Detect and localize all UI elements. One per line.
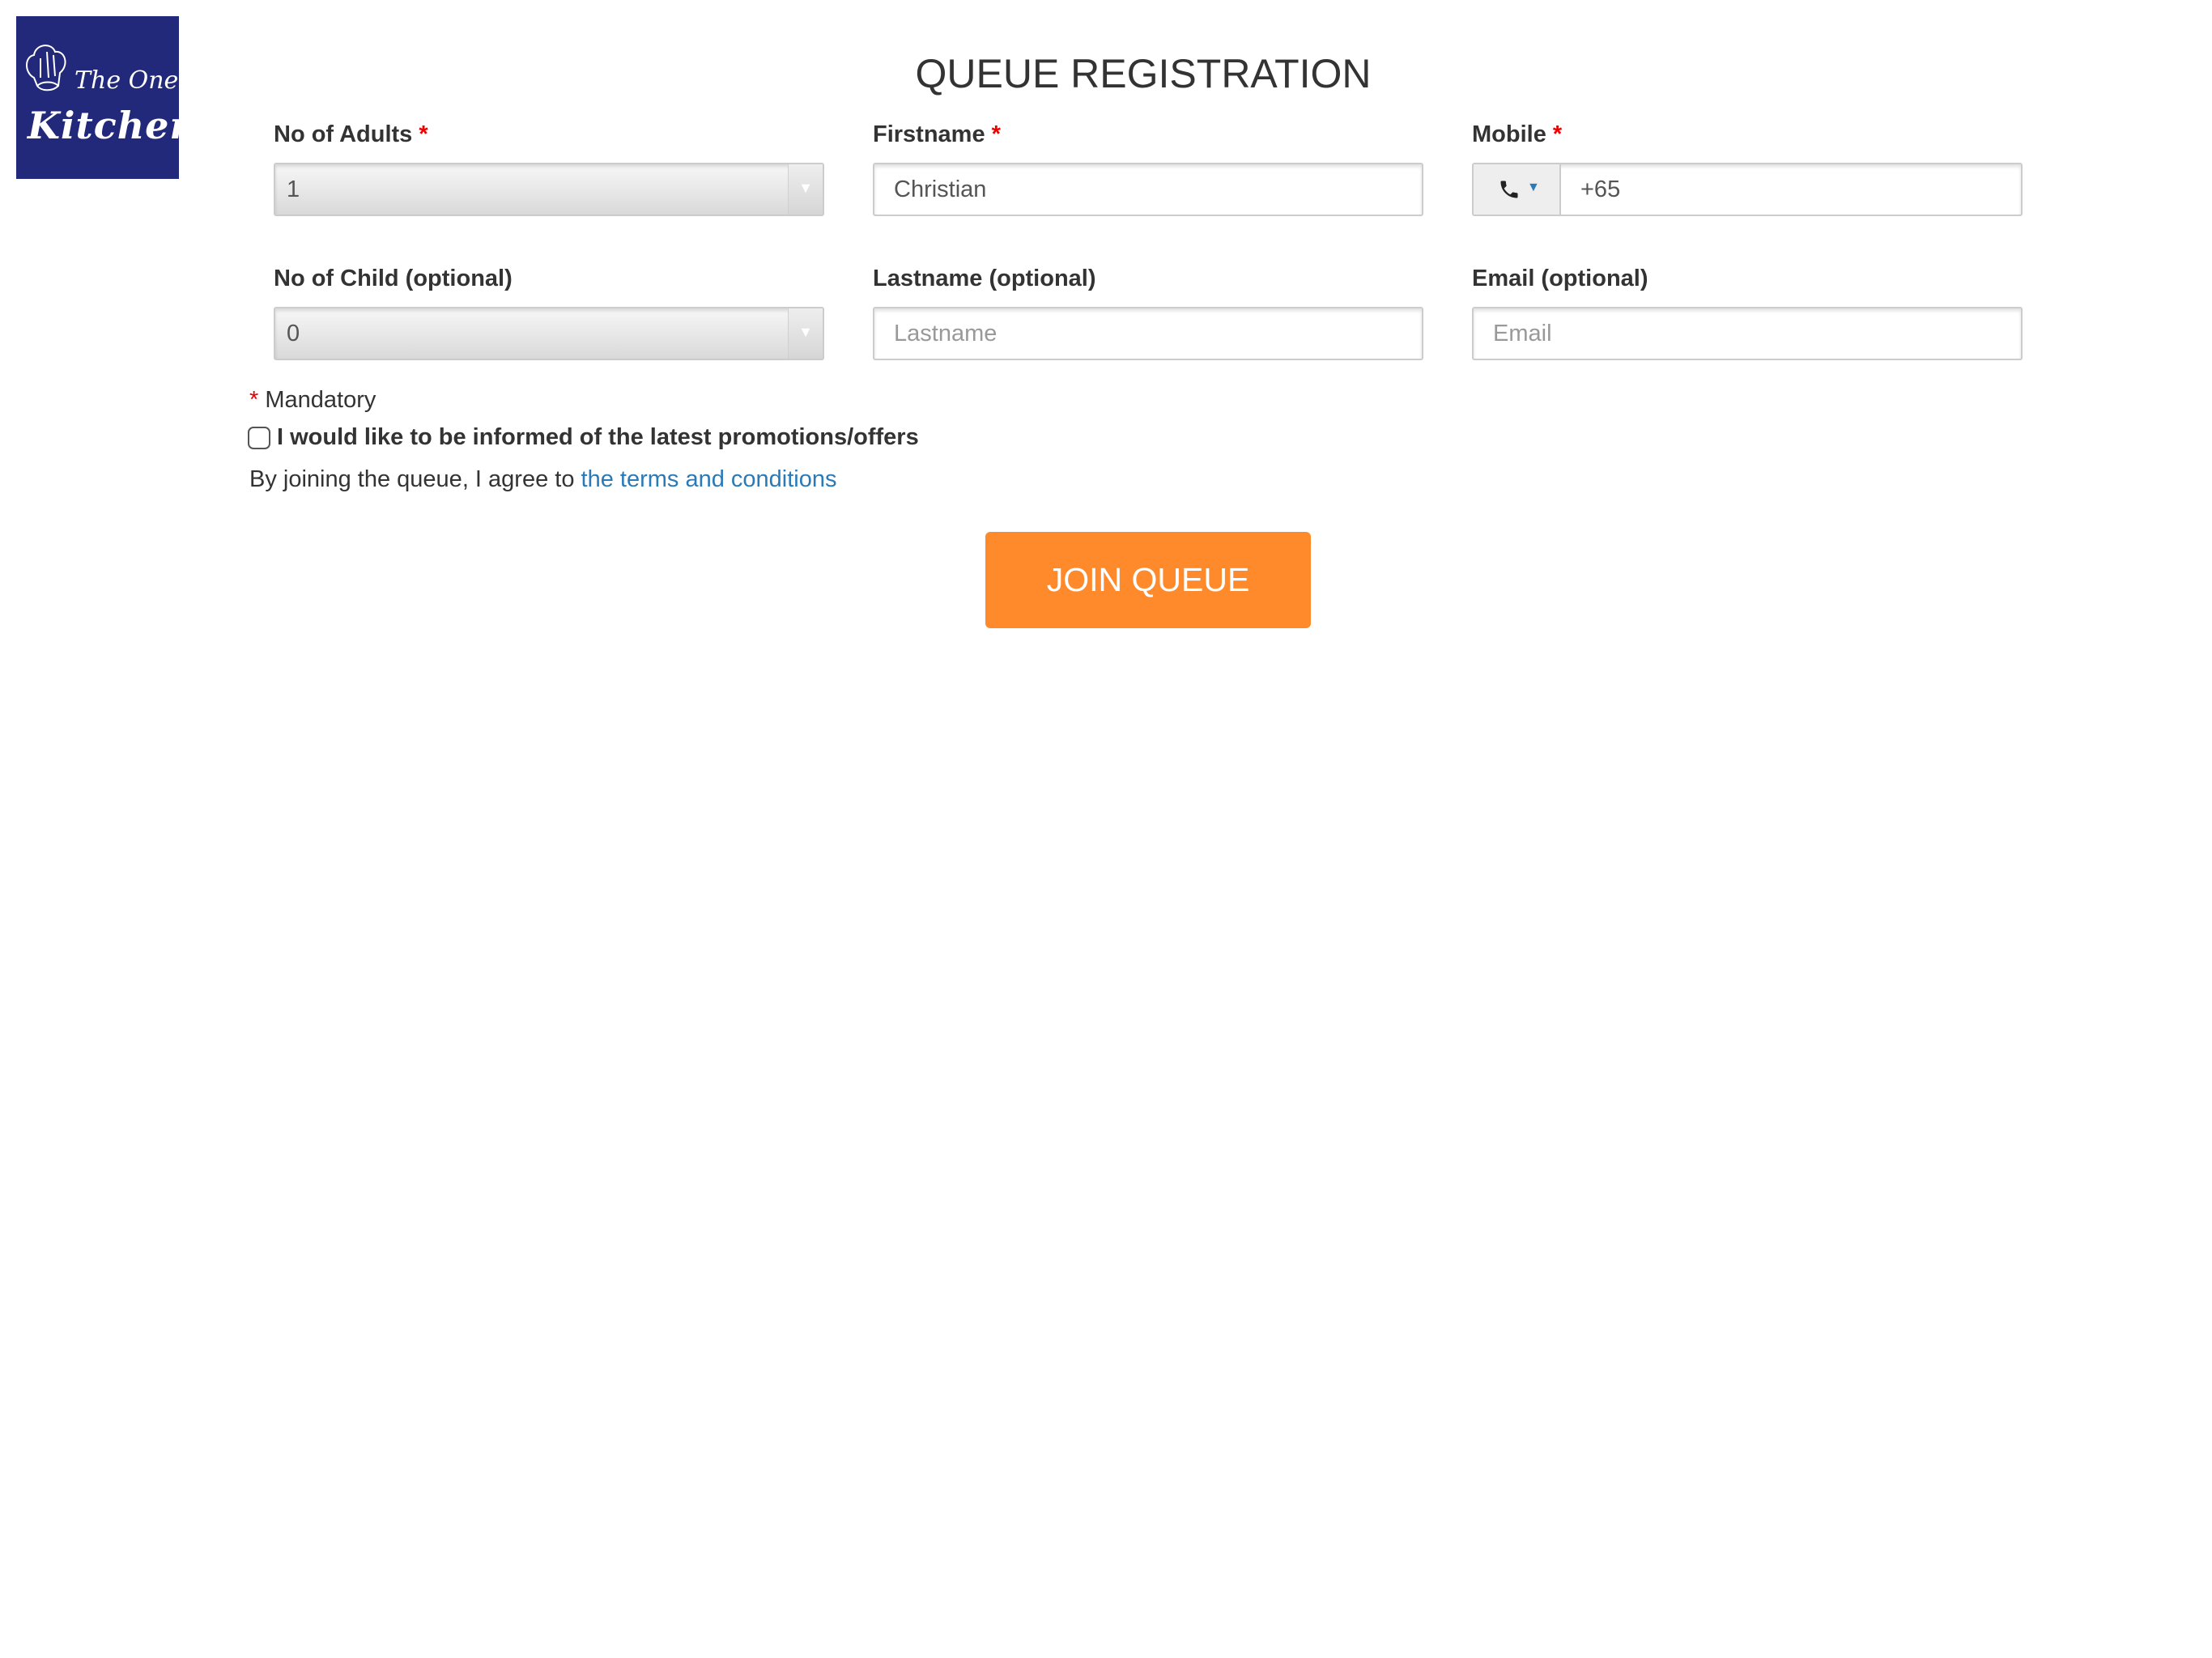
child-label: No of Child (optional) [274, 266, 513, 291]
mobile-label: Mobile * [1472, 121, 1563, 147]
chevron-down-icon: ▼ [788, 308, 823, 359]
lastname-placeholder: Lastname [894, 321, 998, 346]
adults-select[interactable]: 1 ▼ [274, 163, 824, 216]
lastname-input[interactable]: Lastname [873, 307, 1423, 360]
mobile-value: +65 [1580, 176, 1621, 202]
promo-checkbox[interactable] [248, 426, 270, 449]
caret-down-icon: ▼ [1527, 181, 1540, 194]
adults-value: 1 [287, 176, 300, 202]
logo: The One Kitchen [16, 16, 197, 179]
terms-text: By joining the queue, I agree to the ter… [249, 466, 837, 492]
firstname-value: Christian [894, 176, 987, 202]
mobile-input[interactable]: ▼ +65 [1472, 163, 2023, 216]
firstname-label: Firstname * [873, 121, 1001, 147]
promo-label: I would like to be informed of the lates… [277, 424, 919, 450]
child-value: 0 [287, 321, 300, 346]
email-label: Email (optional) [1472, 266, 1648, 291]
page-title: QUEUE REGISTRATION [915, 51, 1372, 96]
phone-icon [1500, 181, 1518, 198]
firstname-input[interactable]: Christian [873, 163, 1423, 216]
chevron-down-icon: ▼ [788, 164, 823, 215]
phone-country-dropdown[interactable]: ▼ [1474, 164, 1561, 215]
join-queue-button[interactable]: JOIN QUEUE [985, 532, 1311, 628]
email-placeholder: Email [1493, 321, 1552, 346]
child-select[interactable]: 0 ▼ [274, 307, 824, 360]
terms-link[interactable]: the terms and conditions [581, 466, 837, 492]
lastname-label: Lastname (optional) [873, 266, 1096, 291]
logo-text-line2: Kitchen [28, 104, 198, 147]
adults-label: No of Adults * [274, 121, 428, 147]
mandatory-note: * Mandatory [249, 387, 376, 413]
promo-checkbox-row[interactable]: I would like to be informed of the lates… [248, 424, 919, 451]
email-input[interactable]: Email [1472, 307, 2023, 360]
